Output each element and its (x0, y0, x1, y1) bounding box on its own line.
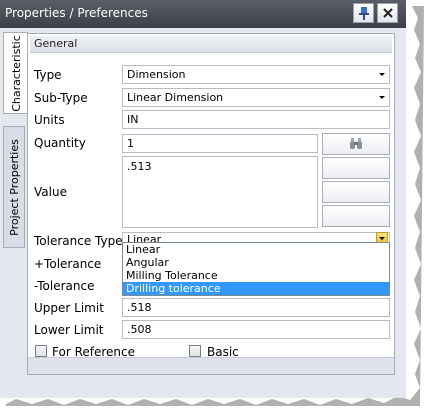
option-linear[interactable]: Linear (123, 243, 389, 256)
units-label: Units (34, 113, 65, 127)
lower-limit-field[interactable]: .508 (122, 320, 390, 339)
minus-tolerance-label: -Tolerance (34, 279, 95, 293)
tab-characteristic[interactable]: Characteristic (3, 32, 28, 114)
option-drilling-tolerance[interactable]: Drilling tolerance (123, 282, 389, 295)
tab-characteristic-label: Characteristic (9, 34, 23, 112)
quantity-value: 1 (127, 137, 134, 150)
value-button-1[interactable] (322, 157, 390, 179)
binoculars-icon (350, 138, 362, 149)
upper-limit-value: .518 (127, 301, 152, 314)
pin-button[interactable] (353, 3, 374, 23)
basic-checkbox[interactable] (189, 345, 201, 357)
value-textarea[interactable]: .513 (122, 156, 318, 228)
plus-tolerance-label: +Tolerance (34, 257, 102, 271)
value-button-2[interactable] (322, 181, 390, 203)
type-label: Type (34, 68, 62, 82)
for-reference-checkbox[interactable] (35, 345, 47, 357)
quantity-tool-button[interactable] (322, 133, 390, 155)
close-icon (382, 8, 393, 18)
type-value: Dimension (127, 68, 186, 81)
tolerance-type-dropdown-list: Linear Angular Milling Tolerance Drillin… (122, 242, 390, 296)
title-bar: Properties / Preferences (0, 0, 406, 28)
tolerance-type-label: Tolerance Type (34, 234, 123, 248)
panel-bottom-strip (28, 357, 394, 374)
vertical-tab-strip: Characteristic Project Properties (0, 28, 28, 398)
value-label: Value (34, 185, 67, 199)
window-title: Properties / Preferences (5, 6, 148, 20)
upper-limit-field[interactable]: .518 (122, 298, 390, 317)
units-value: IN (127, 113, 139, 126)
units-field[interactable]: IN (122, 110, 390, 129)
pin-icon (358, 7, 369, 20)
tab-project-properties[interactable]: Project Properties (3, 126, 25, 248)
basic-label: Basic (207, 345, 239, 359)
type-select[interactable]: Dimension (122, 65, 390, 84)
group-header-general: General (30, 36, 392, 53)
quantity-field[interactable]: 1 (122, 134, 318, 153)
option-milling-tolerance[interactable]: Milling Tolerance (123, 269, 389, 282)
value-text: .513 (127, 160, 152, 173)
properties-window: Properties / Preferences Characteristic … (0, 0, 406, 398)
subtype-select[interactable]: Linear Dimension (122, 88, 390, 107)
value-button-3[interactable] (322, 205, 390, 227)
quantity-label: Quantity (34, 136, 86, 150)
close-button[interactable] (377, 3, 398, 23)
tab-project-properties-label: Project Properties (7, 138, 21, 236)
option-angular[interactable]: Angular (123, 256, 389, 269)
chevron-down-icon (379, 96, 385, 99)
for-reference-label: For Reference (52, 345, 135, 359)
subtype-label: Sub-Type (34, 91, 88, 105)
lower-limit-label: Lower Limit (34, 323, 104, 337)
upper-limit-label: Upper Limit (34, 301, 104, 315)
lower-limit-value: .508 (127, 323, 152, 336)
subtype-value: Linear Dimension (127, 91, 224, 104)
chevron-down-icon (379, 73, 385, 76)
